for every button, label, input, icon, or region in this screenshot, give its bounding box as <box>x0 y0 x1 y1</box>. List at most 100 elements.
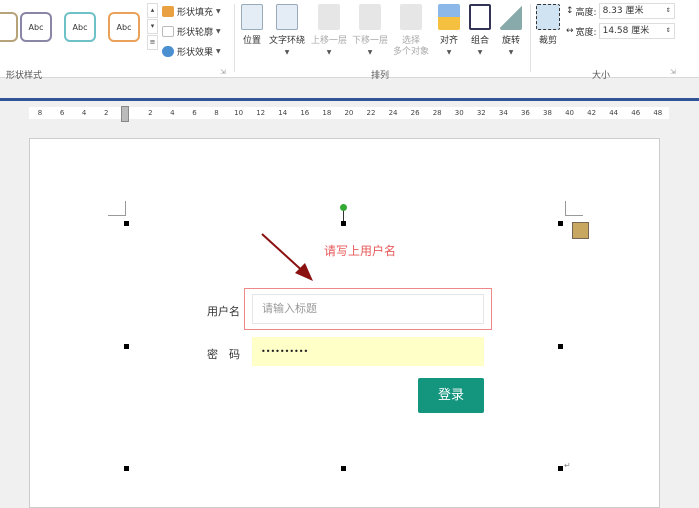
width-field[interactable]: ↔ 宽度: 14.58 厘米 ⇕ <box>566 23 675 39</box>
ruler-tick-label: 4 <box>170 109 175 117</box>
shape-style-3[interactable]: Abc <box>108 12 140 42</box>
shape-effect-label: 形状效果 <box>177 48 214 58</box>
ruler-tick-label: 34 <box>498 109 508 117</box>
resize-handle[interactable] <box>124 221 129 226</box>
resize-handle[interactable] <box>124 466 129 471</box>
login-button[interactable]: 登录 <box>418 378 484 413</box>
ruler-tick-label: 4 <box>81 109 87 117</box>
gallery-more-button[interactable]: ≡ <box>147 35 158 50</box>
size-dialog-launcher-icon[interactable]: ⇲ <box>670 68 676 76</box>
send-backward-button[interactable]: 下移一层 ▼ <box>352 4 388 58</box>
ruler-tick-label: 6 <box>192 109 197 117</box>
ruler-tick-label: 24 <box>388 109 398 117</box>
shape-style-partial[interactable] <box>0 12 18 42</box>
ruler-tick-label: 28 <box>432 109 442 117</box>
ruler-tick-label: 40 <box>565 109 574 117</box>
crop-label: 裁剪 <box>538 36 557 46</box>
username-input[interactable]: 请输入标题 <box>252 294 484 324</box>
send-backward-label: 下移一层 <box>352 36 389 46</box>
ruler-tick-label: 44 <box>609 109 619 117</box>
group-label-shape-style: 形状样式 <box>6 71 43 81</box>
group-icon <box>469 4 491 30</box>
ruler-tick-label: 12 <box>256 109 266 117</box>
bring-forward-label: 上移一层 <box>311 36 348 46</box>
gallery-down-button[interactable]: ▾ <box>147 19 158 34</box>
resize-handle[interactable] <box>558 466 563 471</box>
ruler-tick-label: 46 <box>631 109 641 117</box>
select-multiple-icon <box>400 4 422 30</box>
ruler-tick-label: 18 <box>322 109 332 117</box>
ruler-tick-label: 36 <box>520 109 530 117</box>
ruler-tick-label: 8 <box>37 109 43 117</box>
ruler-tick-label: 48 <box>653 109 663 117</box>
ribbon: Abc Abc Abc ▴ ▾ ≡ 形状填充 ▼ 形状轮廓 ▼ 形状效果 ▼ 形状样式… <box>0 0 699 81</box>
shape-effect-button[interactable]: 形状效果 ▼ <box>162 45 221 58</box>
shape-fill-label: 形状填充 <box>177 8 214 18</box>
rotate-label: 旋转 <box>501 36 520 46</box>
dialog-launcher-icon[interactable]: ⇲ <box>220 68 226 76</box>
effect-icon <box>162 46 174 57</box>
ruler-tick-label: 32 <box>476 109 486 117</box>
height-icon: ↕ <box>566 6 574 16</box>
ruler-tick-label: 38 <box>543 109 552 117</box>
layout-options-icon[interactable] <box>572 222 589 239</box>
align-button[interactable]: 对齐 ▼ <box>438 4 460 58</box>
hint-text: 请写上用户名 <box>324 244 397 258</box>
select-label-1: 选择 <box>402 36 421 46</box>
crop-icon <box>536 4 560 30</box>
shape-outline-button[interactable]: 形状轮廓 ▼ <box>162 25 221 38</box>
group-label-arrange: 排列 <box>371 71 390 81</box>
paragraph-mark-icon: ↵ <box>564 461 571 470</box>
pen-icon <box>162 26 174 37</box>
group-label-size: 大小 <box>592 71 611 81</box>
height-field[interactable]: ↕ 高度: 8.33 厘米 ⇕ <box>566 3 675 19</box>
shape-outline-label: 形状轮廓 <box>177 28 214 38</box>
height-value[interactable]: 8.33 厘米 <box>603 4 644 18</box>
ruler-tick-label: 20 <box>344 109 354 117</box>
group-button[interactable]: 组合 ▼ <box>469 4 491 58</box>
document-page: ↵ 请写上用户名 用户名 请输入标题 密 码 •••••••••• 登录 <box>29 138 660 508</box>
align-icon <box>438 4 460 30</box>
ruler-tick-label: 2 <box>103 109 109 117</box>
indent-marker-icon[interactable] <box>121 106 129 122</box>
shape-fill-button[interactable]: 形状填充 ▼ <box>162 5 221 18</box>
ruler-tick-label: 14 <box>278 109 288 117</box>
resize-handle[interactable] <box>341 221 346 226</box>
text-wrap-label: 文字环绕 <box>269 36 306 46</box>
ruler-tick-label: 42 <box>587 109 597 117</box>
password-label: 密 码 <box>207 348 240 361</box>
resize-handle[interactable] <box>558 344 563 349</box>
margin-corner-left <box>108 201 126 216</box>
ruler-tick-label: 30 <box>454 109 464 117</box>
rotate-button[interactable]: 旋转 ▼ <box>500 4 522 58</box>
align-label: 对齐 <box>439 36 458 46</box>
rotation-handle[interactable] <box>340 204 347 211</box>
username-label: 用户名 <box>207 305 240 318</box>
paint-bucket-icon <box>162 6 174 17</box>
crop-button[interactable]: 裁剪 <box>536 4 560 47</box>
margin-corner-right <box>565 201 583 216</box>
select-multiple-button[interactable]: 选择 多个对象 <box>393 4 429 58</box>
bring-forward-icon <box>318 4 340 30</box>
resize-handle[interactable] <box>341 466 346 471</box>
ruler-tick-label: 2 <box>148 109 153 117</box>
resize-handle[interactable] <box>124 344 129 349</box>
width-value[interactable]: 14.58 厘米 <box>603 24 650 38</box>
position-label: 位置 <box>242 36 261 46</box>
shape-style-1[interactable]: Abc <box>20 12 52 42</box>
rotate-icon <box>500 4 522 30</box>
shape-style-2[interactable]: Abc <box>64 12 96 42</box>
ruler-tick-label: 16 <box>300 109 310 117</box>
text-wrap-icon <box>276 4 298 30</box>
height-label: 高度: <box>575 7 597 18</box>
position-icon <box>241 4 263 30</box>
resize-handle[interactable] <box>558 221 563 226</box>
position-button[interactable]: 位置 <box>241 4 263 47</box>
password-input[interactable]: •••••••••• <box>252 337 484 366</box>
width-icon: ↔ <box>566 26 574 36</box>
bring-forward-button[interactable]: 上移一层 ▼ <box>311 4 347 58</box>
gallery-up-button[interactable]: ▴ <box>147 3 158 18</box>
ruler-tick-label: 6 <box>59 109 65 117</box>
text-wrap-button[interactable]: 文字环绕 ▼ <box>269 4 305 58</box>
send-backward-icon <box>359 4 381 30</box>
